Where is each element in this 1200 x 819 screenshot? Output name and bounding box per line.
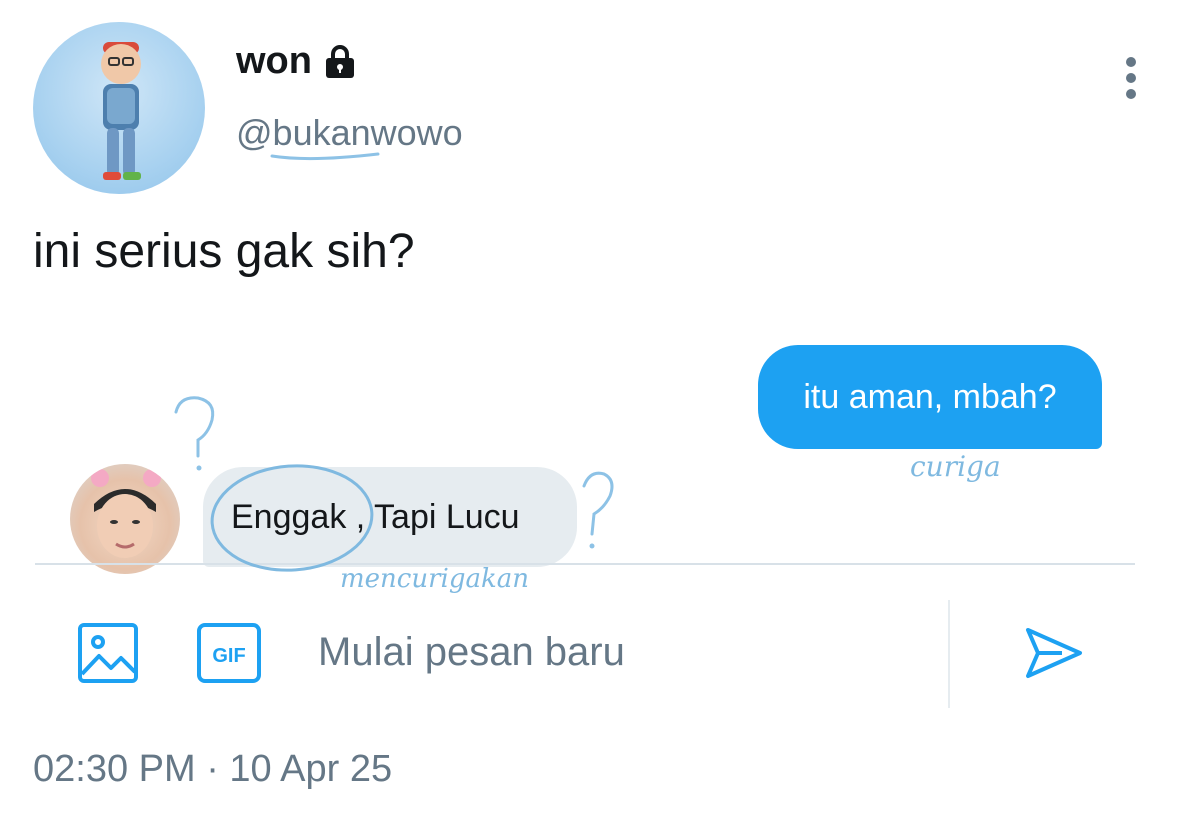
user-handle[interactable]: @bukanwowo (236, 112, 463, 154)
outgoing-message-text: itu aman, mbah? (803, 377, 1057, 416)
avatar-character-illustration (101, 42, 141, 180)
message-input[interactable]: Mulai pesan baru (318, 630, 625, 675)
composer-divider (35, 563, 1135, 565)
annotation-mencurigakan: mencurigakan (340, 564, 529, 594)
outgoing-message-bubble: itu aman, mbah? (758, 345, 1102, 449)
avatar[interactable] (33, 22, 205, 194)
more-vertical-icon[interactable] (1117, 54, 1145, 102)
dm-contact-avatar (70, 464, 180, 574)
tweet-text: ini serius gak sih? (33, 225, 415, 278)
gif-icon[interactable]: GIF (196, 622, 262, 684)
send-divider (948, 600, 950, 708)
annotation-curiga: curiga (910, 450, 1001, 483)
display-name-row: won (236, 40, 358, 83)
dm-contact-photo (91, 469, 161, 558)
image-icon[interactable] (77, 622, 139, 684)
send-icon[interactable] (1022, 622, 1084, 684)
lock-icon (322, 44, 358, 80)
incoming-message-text: Enggak , Tapi Lucu (231, 497, 520, 536)
display-name[interactable]: won (236, 40, 312, 83)
incoming-message-bubble: Enggak , Tapi Lucu (203, 467, 577, 567)
gif-label: GIF (212, 645, 245, 667)
tweet-timestamp[interactable]: 02:30 PM · 10 Apr 25 (33, 748, 392, 791)
